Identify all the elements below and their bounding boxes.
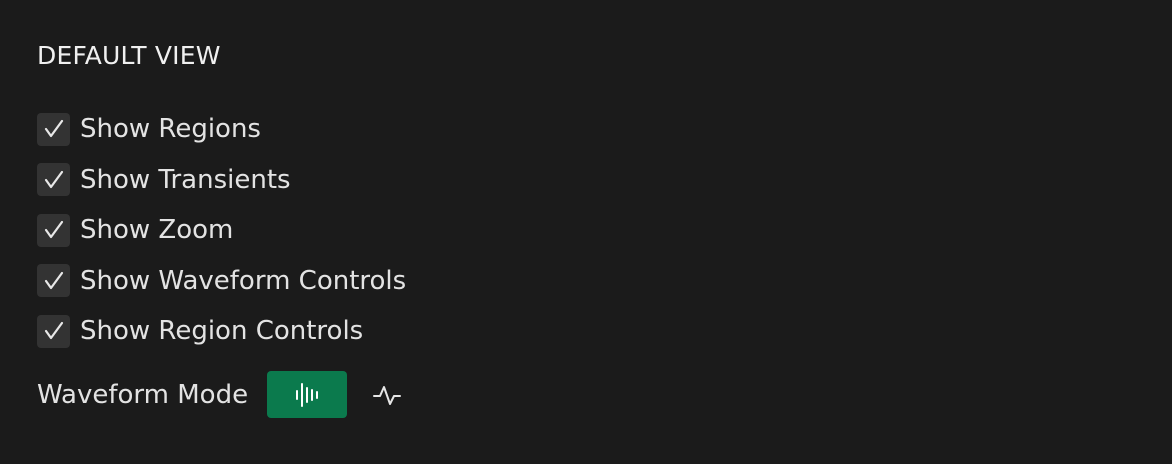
checkmark-icon [44,170,63,188]
option-label: Show Region Controls [80,316,364,346]
option-label: Show Regions [80,114,261,144]
waveform-line-icon [373,385,402,405]
waveform-mode-row: Waveform Mode [37,371,427,418]
waveform-bars-icon [296,382,319,407]
option-label: Show Transients [80,164,291,195]
checkmark-icon [44,321,63,340]
option-show-regions[interactable]: Show Regions [37,112,406,146]
checkmark-icon [44,119,63,138]
section-title: DEFAULT VIEW [37,41,221,70]
show-zoom-checkbox[interactable] [37,213,70,247]
show-transients-checkbox[interactable] [37,163,70,196]
waveform-line-mode-button[interactable] [347,371,427,418]
view-options-list: Show Regions Show Transients Show Zoom S… [37,112,406,365]
waveform-bars-mode-button[interactable] [267,371,348,418]
checkmark-icon [44,271,63,289]
option-show-zoom[interactable]: Show Zoom [37,213,406,247]
option-label: Show Zoom [80,215,234,245]
default-view-panel: DEFAULT VIEW Show Regions Show Transient… [0,0,1172,464]
option-label: Show Waveform Controls [80,265,407,296]
waveform-mode-label: Waveform Mode [37,379,249,410]
show-region-controls-checkbox[interactable] [37,314,70,348]
show-regions-checkbox[interactable] [37,112,70,146]
checkmark-icon [44,220,63,239]
option-show-region-controls[interactable]: Show Region Controls [37,314,406,348]
option-show-waveform-controls[interactable]: Show Waveform Controls [37,264,406,298]
show-waveform-controls-checkbox[interactable] [37,264,70,297]
option-show-transients[interactable]: Show Transients [37,163,406,197]
